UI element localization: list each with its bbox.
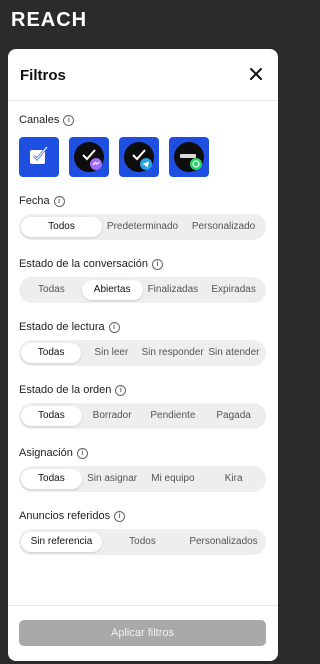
conversation-option-expiradas[interactable]: Expiradas: [203, 280, 264, 300]
channel-whatsapp[interactable]: [169, 137, 209, 177]
filters-panel: Filtros Canales i Fecha i Todos Predeter…: [8, 49, 278, 661]
apply-filters-button[interactable]: Aplicar filtros: [19, 620, 266, 646]
assignment-label: Asignación i: [19, 447, 88, 459]
order-status-label: Estado de la orden i: [19, 384, 127, 396]
date-option-predeterminado[interactable]: Predeterminado: [102, 217, 183, 237]
panel-footer: Aplicar filtros: [8, 605, 278, 661]
ads-option-sin-referencia[interactable]: Sin referencia: [21, 532, 102, 552]
read-option-todas[interactable]: Todas: [21, 343, 82, 363]
conversation-option-todas[interactable]: Todas: [21, 280, 82, 300]
referred-ads-filter: Sin referencia Todos Personalizados: [19, 529, 266, 555]
panel-header: Filtros: [8, 49, 278, 101]
referred-ads-label-text: Anuncios referidos: [19, 510, 111, 522]
channels-label-text: Canales: [19, 114, 60, 126]
reach-logo: REACH: [11, 9, 88, 31]
date-option-personalizado[interactable]: Personalizado: [183, 217, 264, 237]
messenger-icon: [82, 149, 102, 170]
date-option-todos[interactable]: Todos: [21, 217, 102, 237]
assignment-option-kira[interactable]: Kira: [203, 469, 264, 489]
chat-check-icon: [30, 146, 48, 164]
conversation-status-filter: Todas Abiertas Finalizadas Expiradas: [19, 277, 266, 303]
telegram-icon: [132, 149, 152, 170]
ads-option-personalizados[interactable]: Personalizados: [183, 532, 264, 552]
whatsapp-icon: [180, 154, 202, 170]
date-filter-label-text: Fecha: [19, 195, 50, 207]
assignment-option-todas[interactable]: Todas: [21, 469, 82, 489]
conversation-status-label: Estado de la conversación i: [19, 258, 164, 270]
info-icon: i: [108, 321, 120, 333]
assignment-label-text: Asignación: [19, 447, 73, 459]
assignment-filter: Todas Sin asignar Mi equipo Kira: [19, 466, 266, 492]
ads-option-todos[interactable]: Todos: [102, 532, 183, 552]
channels-label: Canales i: [19, 114, 75, 126]
order-status-filter: Todas Borrador Pendiente Pagada: [19, 403, 266, 429]
date-filter-label: Fecha i: [19, 195, 65, 207]
order-status-label-text: Estado de la orden: [19, 384, 112, 396]
info-icon: i: [53, 195, 65, 207]
order-option-pagada[interactable]: Pagada: [203, 406, 264, 426]
assignment-option-sin-asignar[interactable]: Sin asignar: [82, 469, 143, 489]
conversation-status-label-text: Estado de la conversación: [19, 258, 149, 270]
assignment-option-mi-equipo[interactable]: Mi equipo: [143, 469, 204, 489]
channel-messenger[interactable]: [69, 137, 109, 177]
top-bar: REACH: [0, 0, 283, 42]
read-option-sin-responder[interactable]: Sin responder: [142, 343, 204, 363]
date-filter: Todos Predeterminado Personalizado: [19, 214, 266, 240]
channel-telegram[interactable]: [119, 137, 159, 177]
info-icon: i: [114, 510, 126, 522]
read-status-label-text: Estado de lectura: [19, 321, 105, 333]
read-status-filter: Todas Sin leer Sin responder Sin atender: [19, 340, 266, 366]
conversation-option-finalizadas[interactable]: Finalizadas: [143, 280, 204, 300]
read-option-sin-leer[interactable]: Sin leer: [81, 343, 141, 363]
info-icon: i: [63, 114, 75, 126]
info-icon: i: [152, 258, 164, 270]
order-option-pendiente[interactable]: Pendiente: [143, 406, 204, 426]
channel-generic-chat[interactable]: [19, 137, 59, 177]
info-icon: i: [115, 384, 127, 396]
panel-title: Filtros: [20, 67, 66, 84]
order-option-borrador[interactable]: Borrador: [82, 406, 143, 426]
order-option-todas[interactable]: Todas: [21, 406, 82, 426]
info-icon: i: [76, 447, 88, 459]
read-option-sin-atender[interactable]: Sin atender: [204, 343, 264, 363]
read-status-label: Estado de lectura i: [19, 321, 120, 333]
channel-list: [19, 137, 209, 177]
close-icon[interactable]: [248, 66, 264, 82]
referred-ads-label: Anuncios referidos i: [19, 510, 126, 522]
conversation-option-abiertas[interactable]: Abiertas: [81, 280, 143, 300]
